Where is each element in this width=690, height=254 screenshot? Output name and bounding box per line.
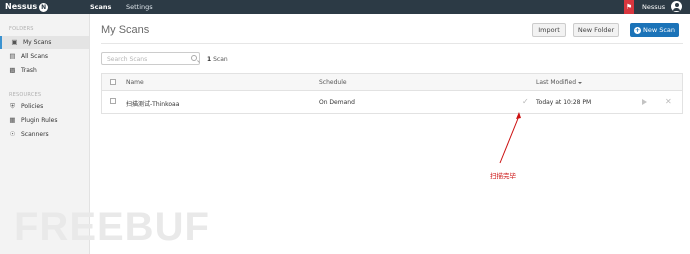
watermark-logo: FREEBUF <box>14 205 210 249</box>
annotation-arrow-line <box>499 115 520 164</box>
annotation-arrow-head <box>516 112 521 119</box>
annotation-label: 扫描完毕 <box>490 172 516 180</box>
